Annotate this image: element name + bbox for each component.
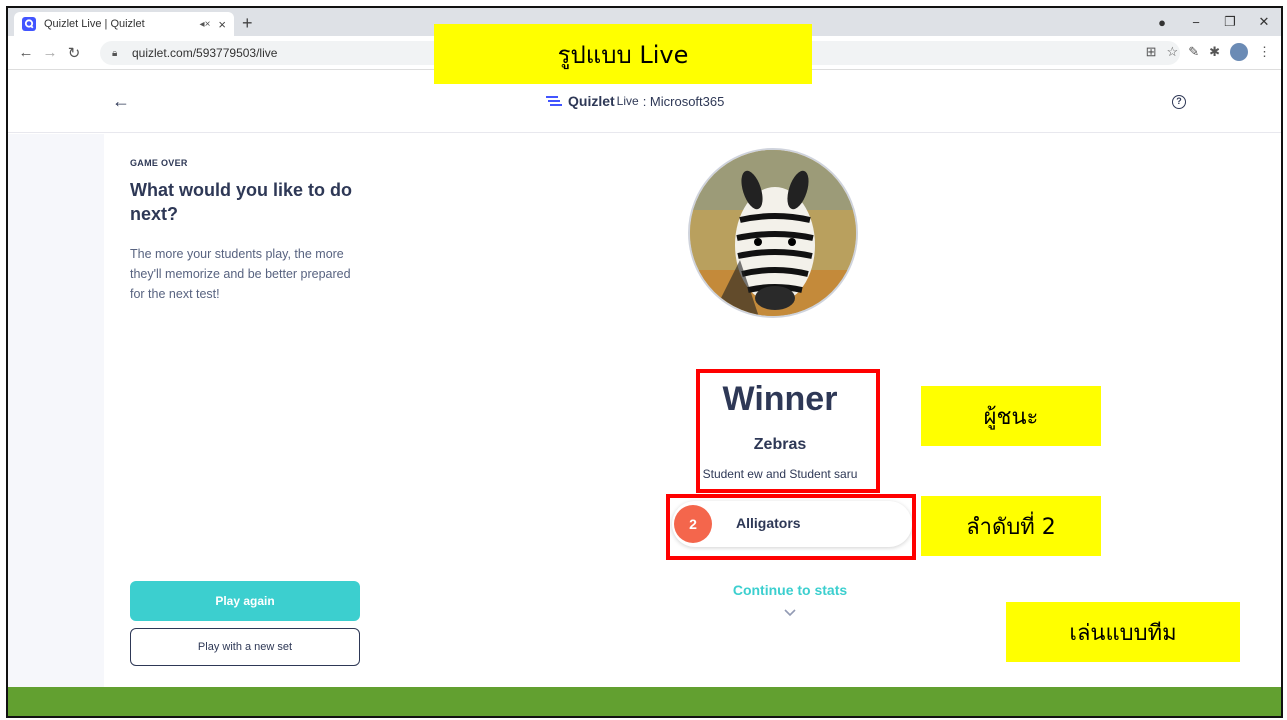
play-again-button[interactable]: Play again xyxy=(130,581,360,621)
game-over-label: GAME OVER xyxy=(130,158,188,168)
annotation-winner: ผู้ชนะ xyxy=(921,386,1101,446)
play-new-set-button[interactable]: Play with a new set xyxy=(130,628,360,666)
profile-avatar-icon[interactable] xyxy=(1230,43,1248,61)
footer-green-bar xyxy=(8,687,1281,716)
profile-dot-icon[interactable]: ● xyxy=(1145,15,1179,30)
game-over-panel: GAME OVER What would you like to do next… xyxy=(104,134,390,687)
help-icon[interactable]: ? xyxy=(1172,95,1186,109)
annotation-team-play: เล่นแบบทีม xyxy=(1006,602,1240,662)
puzzle-icon[interactable]: ✱ xyxy=(1209,44,1220,60)
minimize-icon[interactable]: − xyxy=(1179,15,1213,30)
window-controls: ● − ❐ ✕ xyxy=(1145,8,1281,36)
speaker-muted-icon[interactable]: ◂× xyxy=(200,19,211,30)
continue-to-stats-link[interactable]: Continue to stats xyxy=(690,582,890,598)
brand-live: Live xyxy=(616,94,639,108)
lock-icon: 🔒︎ xyxy=(112,47,118,59)
bookmark-star-icon[interactable]: ☆ xyxy=(1167,44,1179,60)
set-name: : Microsoft365 xyxy=(642,93,725,109)
chevron-down-icon[interactable] xyxy=(782,604,798,620)
extension-icon[interactable]: ✎ xyxy=(1188,44,1199,60)
quizlet-live-logo-icon xyxy=(546,96,562,106)
menu-kebab-icon[interactable]: ⋮ xyxy=(1258,44,1271,60)
next-step-title: What would you like to do next? xyxy=(130,180,352,224)
annotation-live-format: รูปแบบ Live xyxy=(434,24,812,84)
zebra-team-image xyxy=(688,148,858,318)
brand: Quizlet Live : Microsoft365 xyxy=(546,93,724,109)
restore-icon[interactable]: ❐ xyxy=(1213,14,1247,30)
brand-name: Quizlet xyxy=(568,93,615,109)
reload-icon[interactable]: ↻ xyxy=(62,44,86,62)
close-window-icon[interactable]: ✕ xyxy=(1247,14,1281,30)
url-text: quizlet.com/593779503/live xyxy=(132,46,278,60)
new-tab-button[interactable]: + xyxy=(242,14,253,32)
translate-icon[interactable]: ⊞ xyxy=(1146,44,1157,60)
screenshot-frame: Quizlet Live | Quizlet ◂× × + ● − ❐ ✕ ← … xyxy=(6,6,1283,718)
next-step-description: The more your students play, the more th… xyxy=(130,247,351,301)
forward-arrow-icon[interactable]: → xyxy=(38,44,62,61)
back-arrow-icon[interactable]: ← xyxy=(14,44,38,61)
annotation-second-place: ลำดับที่ 2 xyxy=(921,496,1101,556)
quizlet-favicon-icon xyxy=(22,17,36,31)
tab-close-icon[interactable]: × xyxy=(218,17,226,32)
extensions-area: ⊞ ☆ ✎ ✱ ⋮ xyxy=(1146,43,1271,61)
winner-highlight-box xyxy=(696,369,880,493)
back-arrow-icon[interactable]: ← xyxy=(112,91,130,112)
tab-title: Quizlet Live | Quizlet xyxy=(44,18,145,30)
second-place-highlight-box xyxy=(666,494,916,560)
browser-tab[interactable]: Quizlet Live | Quizlet ◂× × xyxy=(14,12,234,36)
